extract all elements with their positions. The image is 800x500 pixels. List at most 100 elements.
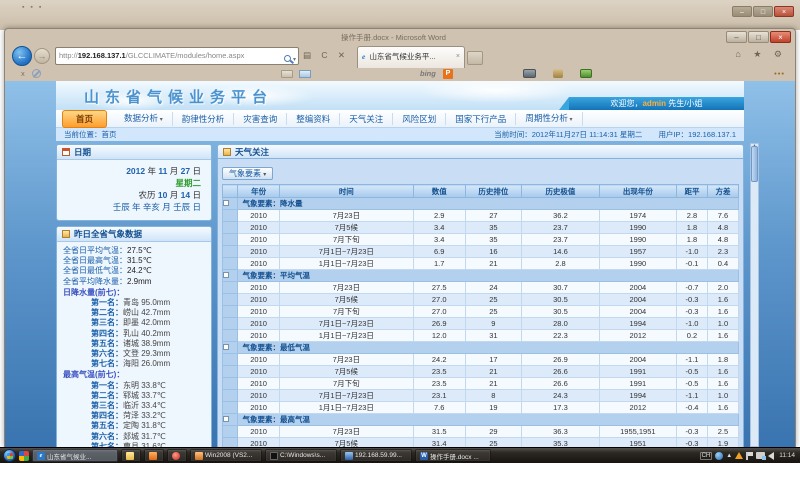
table-row[interactable]: 20107月1日~7月23日6.91614.61957-1.02.3 bbox=[223, 246, 739, 258]
table-row[interactable]: 20107月5候3.43523.719901.84.8 bbox=[223, 222, 739, 234]
start-button[interactable] bbox=[3, 449, 16, 462]
taskbar-button-4[interactable] bbox=[167, 449, 187, 462]
people-icon[interactable] bbox=[580, 69, 592, 78]
table-row[interactable]: 20101月1日~7月23日7.61917.32012-0.41.6 bbox=[223, 402, 739, 414]
bg-close-button[interactable]: × bbox=[774, 6, 794, 17]
quick-launch-icon[interactable] bbox=[19, 451, 29, 461]
table-row[interactable]: 20107月5候31.42535.31951-0.31.9 bbox=[223, 438, 739, 448]
table-row[interactable]: 20107月23日31.52936.31955,1951-0.32.5 bbox=[223, 426, 739, 438]
cell: -1.1 bbox=[677, 354, 708, 366]
cell: 7月5候 bbox=[279, 294, 413, 306]
cell: 16 bbox=[465, 246, 522, 258]
table-row[interactable]: 20101月1日~7月23日12.03122.320120.21.6 bbox=[223, 330, 739, 342]
action-center-flag-icon[interactable] bbox=[746, 452, 753, 460]
close-button[interactable]: × bbox=[770, 31, 791, 43]
bing-logo[interactable]: bing bbox=[420, 69, 436, 78]
blocked-icon[interactable] bbox=[32, 69, 41, 78]
back-button[interactable]: ← bbox=[12, 46, 32, 66]
table-row[interactable]: 20101月1日~7月23日1.7212.81990-0.10.4 bbox=[223, 258, 739, 270]
taskbar-button-2[interactable] bbox=[121, 449, 141, 462]
warning-icon[interactable] bbox=[735, 452, 743, 459]
cell: 2004 bbox=[599, 294, 676, 306]
checkbox[interactable] bbox=[223, 416, 229, 422]
nav-item-compiled-data[interactable]: 整编资料 bbox=[287, 113, 340, 125]
info-row: 当前位置：首页 当前时间：2012年11月27日 11:14:31 星期二 用户… bbox=[56, 128, 744, 141]
table-row[interactable]: 20107月下旬27.02530.52004-0.31.6 bbox=[223, 306, 739, 318]
network-globe-icon[interactable] bbox=[715, 452, 723, 460]
nav-item-period-analysis[interactable]: 周期性分析 ▾ bbox=[516, 112, 582, 126]
clock[interactable]: 11:14 bbox=[779, 452, 795, 459]
camera-icon[interactable] bbox=[523, 69, 536, 78]
scrollbar-thumb[interactable] bbox=[751, 146, 758, 182]
table-row[interactable]: 20107月5候27.02530.52004-0.31.6 bbox=[223, 294, 739, 306]
table-row[interactable]: 20107月下旬3.43523.719901.84.8 bbox=[223, 234, 739, 246]
cell: 1974 bbox=[599, 210, 676, 222]
column-header[interactable]: 方差 bbox=[707, 185, 738, 198]
column-header[interactable]: 出现年份 bbox=[599, 185, 676, 198]
table-row[interactable]: 20107月23日2.92736.219742.87.6 bbox=[223, 210, 739, 222]
bg-maximize-button[interactable]: □ bbox=[753, 6, 773, 17]
volume-icon[interactable] bbox=[768, 452, 774, 460]
column-header[interactable]: 历史极值 bbox=[522, 185, 599, 198]
cell: 30.7 bbox=[522, 282, 599, 294]
rank-label: 第二名： bbox=[91, 308, 123, 317]
browser-titlebar[interactable]: 操作手册.docx - Microsoft Word – □ × bbox=[5, 29, 795, 45]
element-selector-button[interactable]: 气象要素 ▾ bbox=[222, 167, 273, 180]
address-bar[interactable]: http://192.168.137.1/GLCCLIMATE/modules/… bbox=[55, 47, 299, 65]
taskbar-button-3[interactable] bbox=[144, 449, 164, 462]
table-row[interactable]: 20107月5候23.52126.61991-0.51.6 bbox=[223, 366, 739, 378]
cell: 1.6 bbox=[707, 402, 738, 414]
column-header[interactable]: 数值 bbox=[413, 185, 465, 198]
checkbox[interactable] bbox=[223, 200, 229, 206]
card-icon[interactable] bbox=[281, 70, 293, 78]
table-row[interactable]: 20107月23日27.52430.72004-0.72.0 bbox=[223, 282, 739, 294]
bg-minimize-button[interactable]: – bbox=[732, 6, 752, 17]
forward-button[interactable]: → bbox=[34, 48, 50, 64]
table-row[interactable]: 20107月1日~7月23日26.9928.01994-1.01.0 bbox=[223, 318, 739, 330]
nav-item-disaster-query[interactable]: 灾害查询 bbox=[234, 113, 287, 125]
rank-label: 第一名： bbox=[91, 298, 123, 307]
maximize-button[interactable]: □ bbox=[748, 31, 769, 43]
minimize-button[interactable]: – bbox=[726, 31, 747, 43]
more-icon[interactable]: ••• bbox=[774, 69, 785, 78]
table-row[interactable]: 20107月1日~7月23日23.1824.31994-1.11.0 bbox=[223, 390, 739, 402]
new-tab-button[interactable] bbox=[467, 51, 483, 65]
nav-item-risk-zoning[interactable]: 风险区划 bbox=[393, 113, 446, 125]
column-header[interactable]: 年份 bbox=[238, 185, 279, 198]
nav-item-national-products[interactable]: 国家下行产品 bbox=[446, 113, 516, 125]
language-indicator[interactable]: CH bbox=[700, 452, 713, 460]
browser-menu-icons[interactable]: ⌂ ★ ⚙ bbox=[735, 49, 787, 60]
taskbar-button-7[interactable]: 192.168.59.99... bbox=[340, 449, 412, 462]
nav-item-weather-focus[interactable]: 天气关注 bbox=[340, 113, 393, 125]
taskbar-button-8[interactable]: W操作手册.docx ... bbox=[415, 449, 491, 462]
tray-expand-icon[interactable]: ▲ bbox=[726, 453, 732, 459]
welcome-banner: 欢迎您，admin 先生/小姐 bbox=[569, 97, 744, 110]
network-icon[interactable] bbox=[756, 452, 765, 459]
taskbar-button-5[interactable]: Win2008 (VS2... bbox=[190, 449, 262, 462]
column-header[interactable]: 距平 bbox=[677, 185, 708, 198]
bing-tile-icon[interactable]: P bbox=[443, 69, 453, 79]
checkbox[interactable] bbox=[223, 272, 229, 278]
table-row[interactable]: 20107月23日24.21726.92004-1.11.8 bbox=[223, 354, 739, 366]
page-tools[interactable]: ▤ C ✕ bbox=[303, 50, 349, 61]
taskbar-button-6[interactable]: C:\Windows\s... bbox=[265, 449, 337, 462]
column-header[interactable]: 时间 bbox=[279, 185, 413, 198]
nav-item-home[interactable]: 首页 bbox=[62, 110, 107, 128]
search-icon[interactable] bbox=[284, 55, 291, 62]
scrollbar[interactable]: ▲ bbox=[750, 143, 759, 447]
column-header[interactable]: 历史排位 bbox=[465, 185, 522, 198]
close-bar-button[interactable]: x bbox=[21, 69, 25, 78]
nav-item-rhythm-analysis[interactable]: 韵律性分析 bbox=[173, 113, 235, 125]
table-row[interactable]: 20107月下旬23.52126.61991-0.51.6 bbox=[223, 378, 739, 390]
mail-icon[interactable] bbox=[299, 70, 311, 78]
taskbar-button-1[interactable]: e山东省气候业... bbox=[32, 449, 118, 462]
tab-close-icon[interactable]: × bbox=[456, 47, 460, 67]
stat-value: 2.9mm bbox=[127, 277, 151, 286]
background-window: ▪ ▪ ▪ – □ × bbox=[0, 0, 800, 30]
nav-item-data-analysis[interactable]: 数据分析 ▾ bbox=[115, 112, 173, 126]
rank-value: 菏泽 33.2℃ bbox=[123, 411, 166, 420]
cell: -0.5 bbox=[677, 366, 708, 378]
share-icon[interactable] bbox=[553, 69, 563, 78]
browser-tab[interactable]: e 山东省气候业务平... × bbox=[357, 46, 465, 68]
checkbox[interactable] bbox=[223, 344, 229, 350]
